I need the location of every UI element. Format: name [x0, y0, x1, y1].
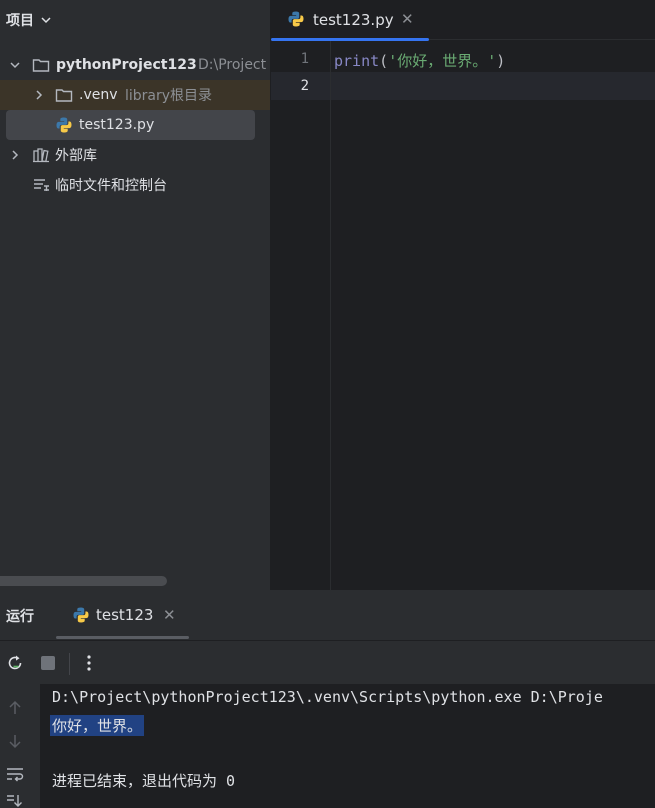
horizontal-scrollbar[interactable] [0, 576, 167, 586]
python-file-icon [55, 116, 73, 134]
run-toolbar [0, 640, 655, 684]
rerun-icon[interactable] [5, 653, 25, 673]
run-side-toolbar [0, 684, 40, 808]
ide-window: 项目 pythonProject123 D:\Project .venv lib… [0, 0, 655, 808]
file-name: test123.py [79, 117, 155, 133]
soft-wrap-icon[interactable] [5, 764, 25, 784]
external-libraries-label: 外部库 [55, 148, 97, 164]
toolbar-separator [69, 653, 70, 675]
chevron-down-icon[interactable] [40, 14, 52, 26]
scroll-to-end-icon[interactable] [5, 792, 25, 808]
tab-test123-py[interactable]: test123.py ✕ [271, 0, 429, 41]
code-token-function: print [334, 52, 380, 70]
console-exit-message: 进程已结束，退出代码为 0 [52, 772, 236, 790]
arrow-down-icon[interactable] [5, 731, 25, 751]
run-panel-title: 运行 [6, 609, 34, 625]
run-panel: 运行 test123 ✕ D:\Project\pythonProject123… [0, 590, 655, 808]
scratches-icon [32, 176, 50, 194]
run-panel-header: 运行 test123 ✕ [0, 590, 655, 640]
project-panel: 项目 pythonProject123 D:\Project .venv lib… [0, 0, 270, 590]
venv-hint: library根目录 [125, 88, 213, 104]
folder-icon [32, 56, 50, 74]
code-line-1[interactable]: print('你好，世界。') [334, 50, 505, 71]
stop-icon[interactable] [38, 653, 58, 673]
active-run-tab-indicator [56, 636, 189, 639]
console-program-output: 你好，世界。 [50, 715, 145, 736]
tree-item-scratches[interactable]: 临时文件和控制台 [0, 170, 270, 200]
close-icon[interactable]: ✕ [163, 606, 176, 624]
tree-item-project-root[interactable]: pythonProject123 D:\Project [0, 50, 270, 80]
line-number-1: 1 [300, 51, 309, 67]
venv-name: .venv [79, 87, 118, 103]
code-token-paren-open: ( [379, 52, 389, 70]
tree-item-venv[interactable]: .venv library根目录 [0, 80, 270, 110]
tab-label: test123.py [313, 11, 394, 29]
tree-item-test123-py[interactable]: test123.py [6, 110, 255, 140]
close-icon[interactable]: ✕ [401, 10, 414, 28]
line-number-2: 2 [300, 78, 309, 94]
project-root-name: pythonProject123 [56, 57, 197, 73]
python-file-icon [287, 10, 305, 32]
code-token-string: '你好，世界。' [388, 52, 497, 70]
project-panel-title: 项目 [6, 13, 34, 29]
editor: test123.py ✕ 1 2 print('你好，世界。') [271, 0, 655, 590]
more-options-icon[interactable] [79, 653, 99, 673]
arrow-up-icon[interactable] [5, 698, 25, 718]
chevron-right-icon[interactable] [8, 148, 22, 162]
editor-tabbar: test123.py ✕ [271, 0, 655, 41]
code-token-paren-close: ) [496, 52, 506, 70]
project-root-path: D:\Project [198, 57, 267, 73]
chevron-down-icon[interactable] [8, 58, 22, 72]
library-icon [32, 146, 50, 164]
code-line-2[interactable] [334, 77, 634, 97]
run-tab-test123[interactable]: test123 [96, 606, 153, 624]
scratches-label: 临时文件和控制台 [55, 178, 167, 194]
console-command-line: D:\Project\pythonProject123\.venv\Script… [52, 688, 603, 706]
line-gutter: 1 2 [271, 41, 331, 590]
folder-icon [55, 86, 73, 104]
tree-item-external-libraries[interactable]: 外部库 [0, 140, 270, 170]
chevron-right-icon[interactable] [32, 88, 46, 102]
python-file-icon [72, 606, 90, 628]
project-panel-header[interactable]: 项目 [0, 0, 270, 40]
console-output[interactable]: D:\Project\pythonProject123\.venv\Script… [40, 684, 655, 808]
